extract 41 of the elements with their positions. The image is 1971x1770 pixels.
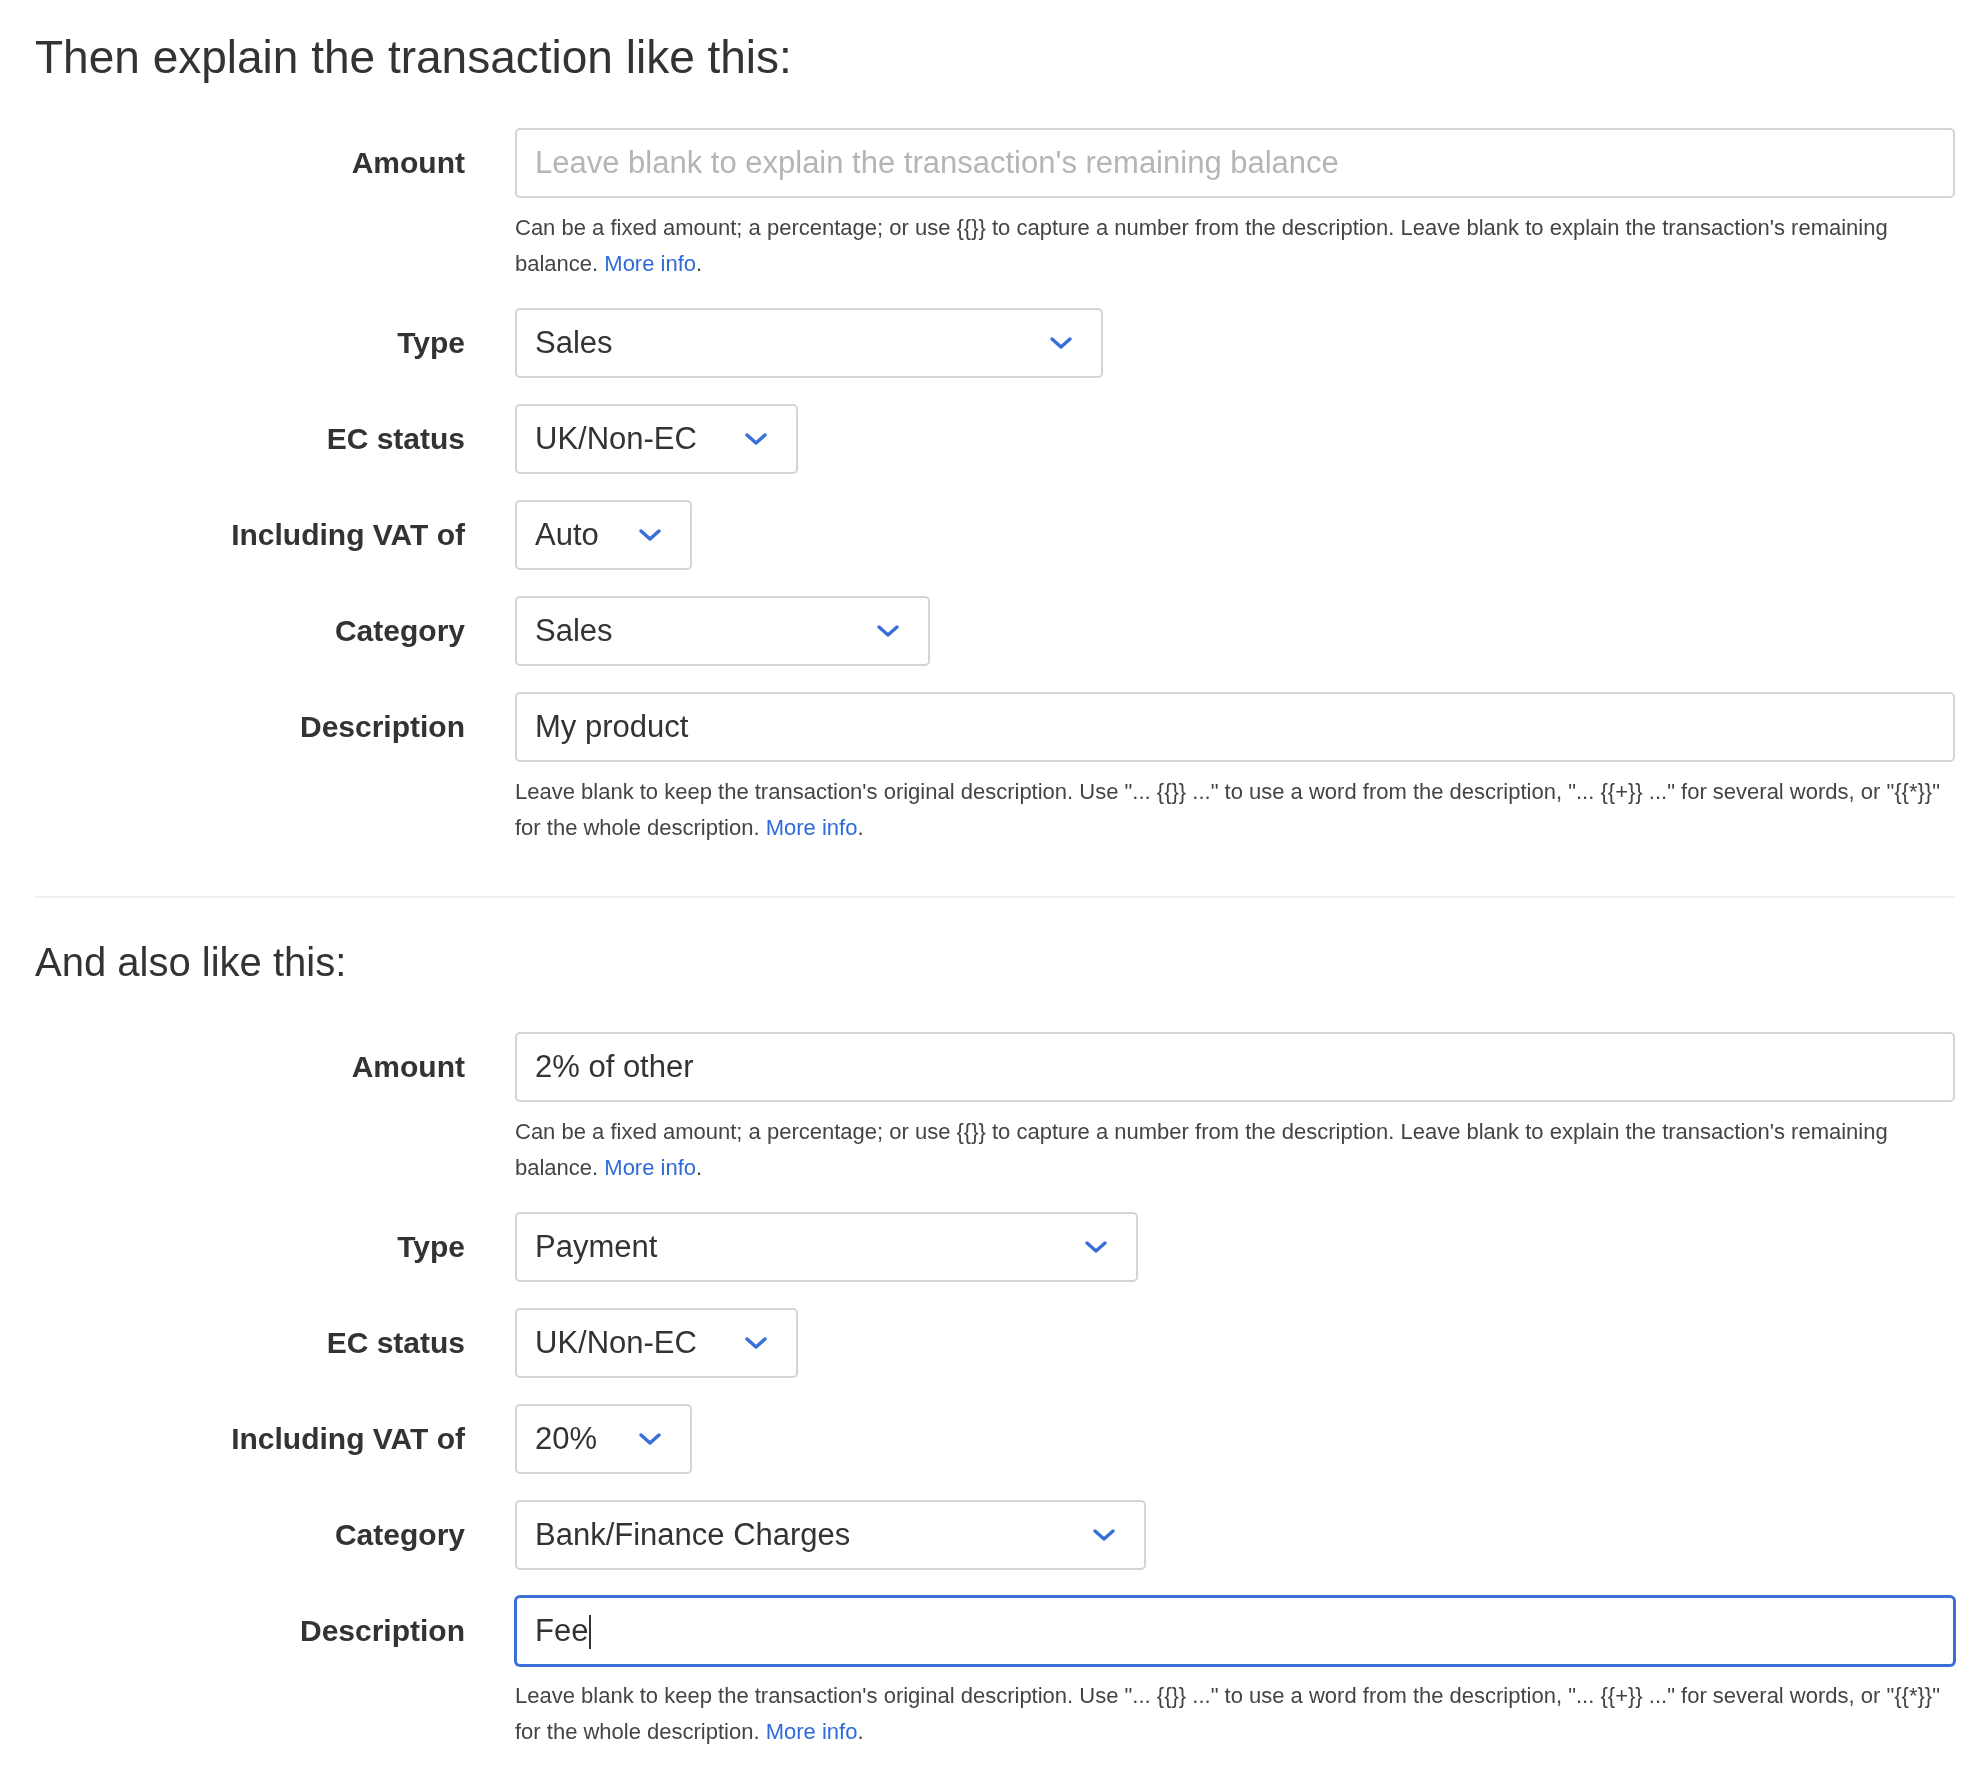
field-label: Category (334, 613, 465, 650)
text-input-field[interactable]: 2% of other (515, 1031, 1955, 1102)
select-dropdown[interactable]: Auto (515, 499, 692, 570)
field-label: Type (397, 325, 465, 362)
section-heading: Then explain the transaction like this: (35, 30, 793, 85)
chevron-down-icon (1049, 334, 1073, 351)
field-label: Description (299, 709, 465, 746)
select-dropdown[interactable]: Payment (515, 1211, 1138, 1282)
chevron-down-icon (1092, 1526, 1116, 1543)
select-dropdown[interactable]: UK/Non-EC (515, 1307, 798, 1378)
field-label: Amount (351, 145, 465, 182)
more-info-link[interactable]: More info (604, 250, 697, 276)
help-text: Can be a fixed amount; a percentage; or use {{}} to capture a number from the description. Leave blank to explain the transaction's remaining balance. More info. (515, 1117, 1889, 1182)
field-label: EC status (326, 1325, 465, 1362)
section-heading: And also like this: (35, 938, 348, 986)
select-dropdown[interactable]: 20% (515, 1403, 692, 1474)
help-text: Can be a fixed amount; a percentage; or use {{}} to capture a number from the description. Leave blank to explain the transaction's remaining balance. More info. (515, 213, 1889, 278)
field-label: Amount (351, 1049, 465, 1086)
help-text: Leave blank to keep the transaction's original description. Use "... {{}} ..." to use a word from the description, "... {{+}} ..." for several words, or "{{*}}" for the whole description. More info. (515, 1681, 1942, 1746)
chevron-down-icon (1084, 1238, 1108, 1255)
chevron-down-icon (744, 1334, 768, 1351)
chevron-down-icon (638, 526, 662, 543)
select-dropdown[interactable]: Sales (515, 307, 1103, 378)
chevron-down-icon (638, 1430, 662, 1447)
select-dropdown[interactable]: UK/Non-EC (515, 403, 798, 474)
text-input-field[interactable]: My product (515, 691, 1955, 762)
field-label: Category (334, 1517, 465, 1554)
more-info-link[interactable]: More info (765, 814, 858, 840)
text-input-field[interactable]: Fee (515, 1595, 1955, 1666)
select-dropdown[interactable]: Bank/Finance Charges (515, 1499, 1146, 1570)
more-info-link[interactable]: More info (604, 1154, 697, 1180)
chevron-down-icon (876, 622, 900, 639)
field-label: EC status (326, 421, 465, 458)
more-info-link[interactable]: More info (765, 1718, 858, 1744)
field-label: Type (397, 1229, 465, 1266)
help-text: Leave blank to keep the transaction's original description. Use "... {{}} ..." to use a word from the description, "... {{+}} ..." for several words, or "{{*}}" for the whole description. More info. (515, 777, 1942, 842)
field-label: Including VAT of (231, 517, 465, 554)
chevron-down-icon (744, 430, 768, 447)
field-label: Description (299, 1613, 465, 1650)
field-label: Including VAT of (231, 1421, 465, 1458)
select-dropdown[interactable]: Sales (515, 595, 930, 666)
